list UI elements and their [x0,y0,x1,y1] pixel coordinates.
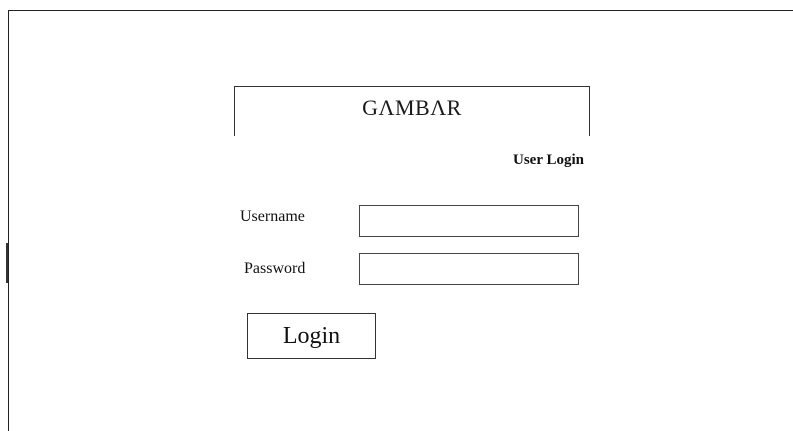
username-label: Username [240,208,305,225]
header-image-placeholder: GΛMBΛR [234,86,590,136]
password-label: Password [244,260,306,277]
frame-edge-mark [6,243,8,283]
login-subtitle: User Login [513,152,584,168]
login-button[interactable]: Login [247,313,376,359]
username-input[interactable] [359,205,579,237]
password-input[interactable] [359,253,579,285]
header-title: GΛMBΛR [362,95,462,120]
